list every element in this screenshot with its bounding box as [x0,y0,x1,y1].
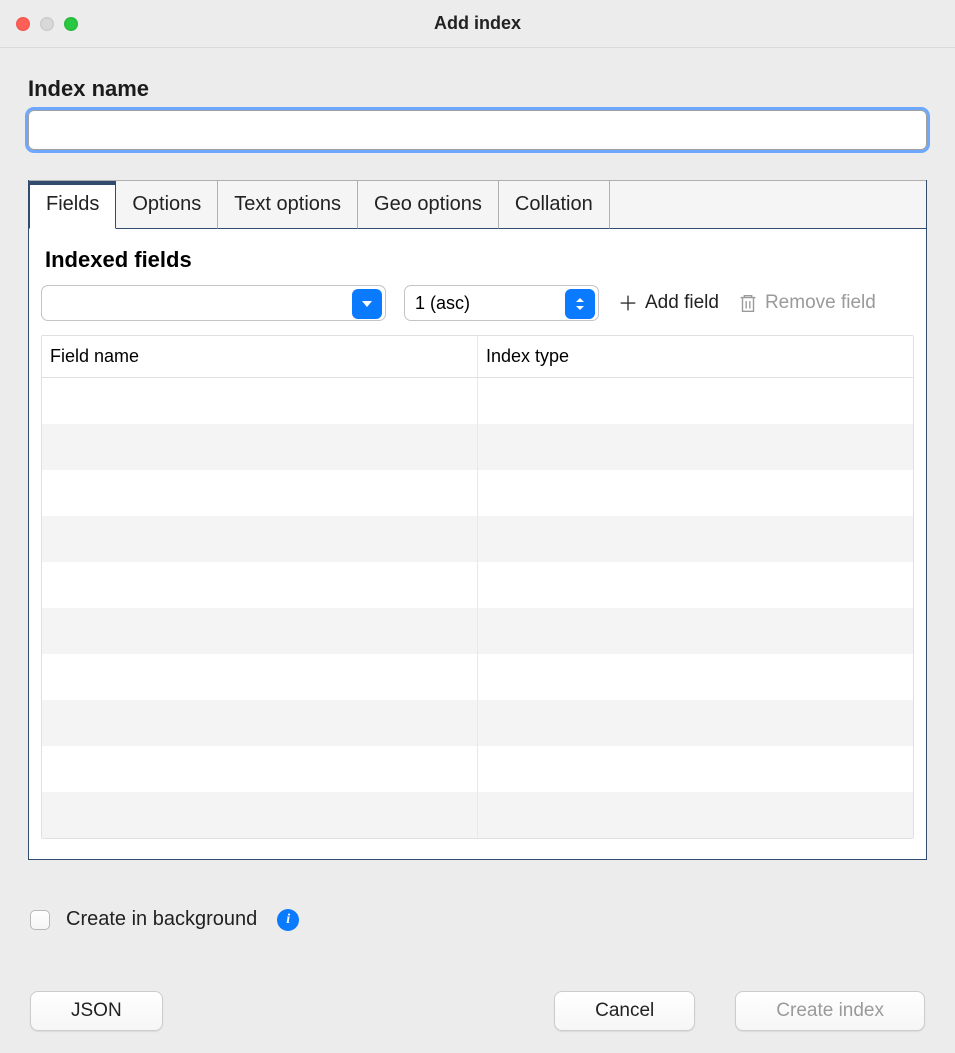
plus-icon [617,292,639,314]
json-button[interactable]: JSON [30,991,163,1031]
tabs-header: Fields Options Text options Geo options … [29,180,926,229]
column-field-name: Field name [42,336,478,377]
minimize-window-icon [40,17,54,31]
remove-field-label: Remove field [765,292,876,314]
tab-text-options[interactable]: Text options [218,181,358,229]
tab-fields[interactable]: Fields [29,181,116,229]
close-window-icon[interactable] [16,17,30,31]
tab-options[interactable]: Options [116,181,218,229]
info-icon[interactable]: i [277,909,299,931]
index-name-label: Index name [28,76,927,102]
sort-order-combobox[interactable]: 1 (asc) [404,285,599,321]
tab-collation[interactable]: Collation [499,181,610,229]
index-name-input[interactable] [28,110,927,150]
create-index-button: Create index [735,991,925,1031]
create-in-background-checkbox[interactable] [30,910,50,930]
column-index-type: Index type [478,336,913,377]
indexed-fields-table: Field name Index type [41,335,914,839]
create-in-background-label: Create in background [66,908,257,931]
window-title: Add index [0,13,955,34]
remove-field-button: Remove field [737,292,876,314]
chevron-down-icon [352,289,382,319]
add-field-button[interactable]: Add field [617,292,719,314]
title-bar: Add index [0,0,955,48]
cancel-button[interactable]: Cancel [554,991,695,1031]
indexed-fields-heading: Indexed fields [45,247,914,273]
sort-order-combobox-value: 1 (asc) [415,293,470,314]
trash-icon [737,292,759,314]
field-name-combobox[interactable] [41,285,386,321]
maximize-window-icon[interactable] [64,17,78,31]
tab-geo-options[interactable]: Geo options [358,181,499,229]
tab-content-fields: Indexed fields 1 (asc) [29,229,926,859]
add-field-label: Add field [645,292,719,314]
window-controls [16,17,78,31]
stepper-chevrons-icon [565,289,595,319]
